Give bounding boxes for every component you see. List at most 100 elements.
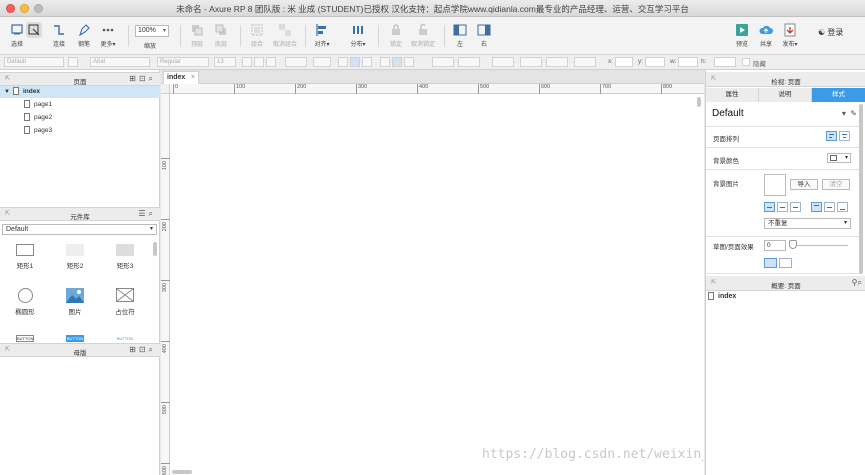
bg-valign-middle-button[interactable] (824, 202, 835, 212)
x-input[interactable] (615, 57, 633, 67)
bg-valign-bottom-button[interactable] (837, 202, 848, 212)
bullet-button[interactable] (313, 57, 331, 67)
align-text-center-button[interactable] (350, 57, 360, 67)
close-icon[interactable]: × (191, 72, 195, 83)
masters-panel-actions[interactable]: ⊞⊡⌕ (129, 345, 156, 355)
import-button[interactable]: 导入 (790, 179, 818, 190)
button-preview: BUTTON (116, 336, 134, 341)
sketch-value-input[interactable]: 0 (764, 240, 786, 251)
page-tree-root[interactable]: ▼ index (0, 86, 160, 98)
sketch-gray-button[interactable] (779, 258, 792, 268)
tab-index[interactable]: index × (163, 71, 199, 84)
bg-valign-top-button[interactable] (811, 202, 822, 212)
unlock-button[interactable]: 取消锁定 (408, 21, 438, 51)
widget-rect3[interactable]: 矩形3 (105, 244, 145, 270)
shadow-button[interactable] (458, 57, 480, 67)
hidden-checkbox[interactable] (742, 58, 750, 66)
font-select[interactable]: Arial (90, 57, 150, 67)
sketch-slider-handle[interactable] (789, 240, 797, 249)
tab-style[interactable]: 样式 (812, 88, 865, 102)
tab-properties[interactable]: 属性 (706, 88, 759, 102)
widget-button-primary[interactable]: BUTTON (55, 335, 95, 342)
bg-image-preview[interactable] (764, 174, 786, 196)
bg-align-left-button[interactable] (764, 202, 775, 212)
bg-repeat-value: 不重复 (768, 220, 788, 227)
style-actions[interactable]: ▾ ✎ (842, 109, 857, 118)
line-style-button[interactable] (546, 57, 568, 67)
bold-button[interactable] (242, 57, 252, 67)
canvas-horizontal-scrollbar[interactable] (172, 470, 192, 474)
style-edit-icon[interactable] (68, 57, 78, 67)
tab-notes[interactable]: 说明 (759, 88, 812, 102)
valign-top-button[interactable] (380, 57, 390, 67)
line-width-button[interactable] (520, 57, 542, 67)
preview-button[interactable]: 预览 (729, 21, 755, 51)
widget-button-link[interactable]: BUTTON (105, 335, 145, 342)
sketch-color-button[interactable] (764, 258, 777, 268)
font-weight-select[interactable]: Regular (157, 57, 209, 67)
widget-rect1[interactable]: 矩形1 (5, 244, 45, 270)
widget-placeholder[interactable]: 占位符 (105, 288, 145, 316)
widget-button-plain[interactable]: BUTTON (5, 335, 45, 342)
align-text-left-button[interactable] (338, 57, 348, 67)
page-align-left-button[interactable] (826, 131, 837, 141)
publish-button[interactable]: 发布▾ (777, 21, 803, 51)
canvas-vertical-scrollbar[interactable] (697, 97, 701, 107)
library-panel-actions[interactable]: ☰⌕ (138, 209, 156, 219)
valign-middle-button[interactable] (392, 57, 402, 67)
filter-search-icons[interactable]: ⚲⌕ (852, 278, 862, 288)
share-button[interactable]: 共享 (753, 21, 779, 51)
more-tools-button[interactable]: 更多▾ (95, 21, 121, 51)
inspector-scrollbar[interactable] (859, 104, 863, 274)
right-panel-toggle[interactable]: 右 (471, 21, 497, 51)
toolbar-separator (128, 25, 129, 47)
library-scrollbar[interactable] (153, 242, 157, 256)
lock-button[interactable]: 锁定 (383, 21, 409, 51)
outline-root[interactable]: index (708, 292, 736, 300)
arrow-style-button[interactable] (574, 57, 596, 67)
valign-bottom-button[interactable] (404, 57, 414, 67)
widget-ellipse[interactable]: 椭圆形 (5, 288, 45, 316)
chevron-down-icon: ▾ (162, 28, 166, 34)
page-tree-item[interactable]: page3 (0, 125, 160, 137)
y-input[interactable] (645, 57, 665, 67)
send-to-bottom-button[interactable]: 底层 (208, 21, 234, 51)
italic-button[interactable] (254, 57, 264, 67)
align-text-right-button[interactable] (362, 57, 372, 67)
ungroup-button[interactable]: 取消组合 (270, 21, 300, 51)
line-color-button[interactable] (492, 57, 514, 67)
sketch-slider-track[interactable] (792, 245, 848, 246)
page-tree-item[interactable]: page2 (0, 112, 160, 124)
text-color-button[interactable] (285, 57, 307, 67)
widget-rect2[interactable]: 矩形2 (55, 244, 95, 270)
select-mode-toggle[interactable] (26, 22, 42, 38)
design-canvas[interactable] (170, 94, 704, 475)
style-select[interactable]: Default (4, 57, 64, 67)
h-input[interactable] (714, 57, 736, 67)
align-button[interactable]: 对齐▾ (309, 21, 335, 51)
underline-button[interactable] (266, 57, 276, 67)
page-tree-item[interactable]: page1 (0, 99, 160, 111)
clear-button[interactable]: 清空 (822, 179, 850, 190)
w-input[interactable] (678, 57, 698, 67)
connect-tool-button[interactable]: 连接 (46, 21, 72, 51)
pages-panel-actions[interactable]: ⊞⊡⌕ (129, 74, 156, 84)
font-size-select[interactable]: 13 (214, 57, 236, 67)
bg-color-picker[interactable]: ▾ (827, 153, 851, 163)
group-button[interactable]: 组合 (244, 21, 270, 51)
library-select[interactable]: Default ▾ (2, 224, 157, 235)
distribute-button[interactable]: 分布▾ (345, 21, 371, 51)
page-align-center-button[interactable] (839, 131, 850, 141)
bg-repeat-select[interactable]: 不重复 ▾ (764, 218, 851, 229)
fill-color-button[interactable] (432, 57, 454, 67)
widget-image[interactable]: 图片 (55, 288, 95, 316)
login-button[interactable]: ☯ 登录 (818, 27, 843, 38)
pen-tool-button[interactable]: 钢笔 (71, 21, 97, 51)
ruler-tick-label: 100 (162, 161, 168, 171)
zoom-select[interactable]: 100% ▾ (135, 25, 169, 37)
ruler-tick: 300 (161, 280, 170, 292)
left-panel-toggle[interactable]: 左 (447, 21, 473, 51)
bring-to-top-button[interactable]: 顶层 (184, 21, 210, 51)
bg-align-right-button[interactable] (790, 202, 801, 212)
bg-align-center-button[interactable] (777, 202, 788, 212)
